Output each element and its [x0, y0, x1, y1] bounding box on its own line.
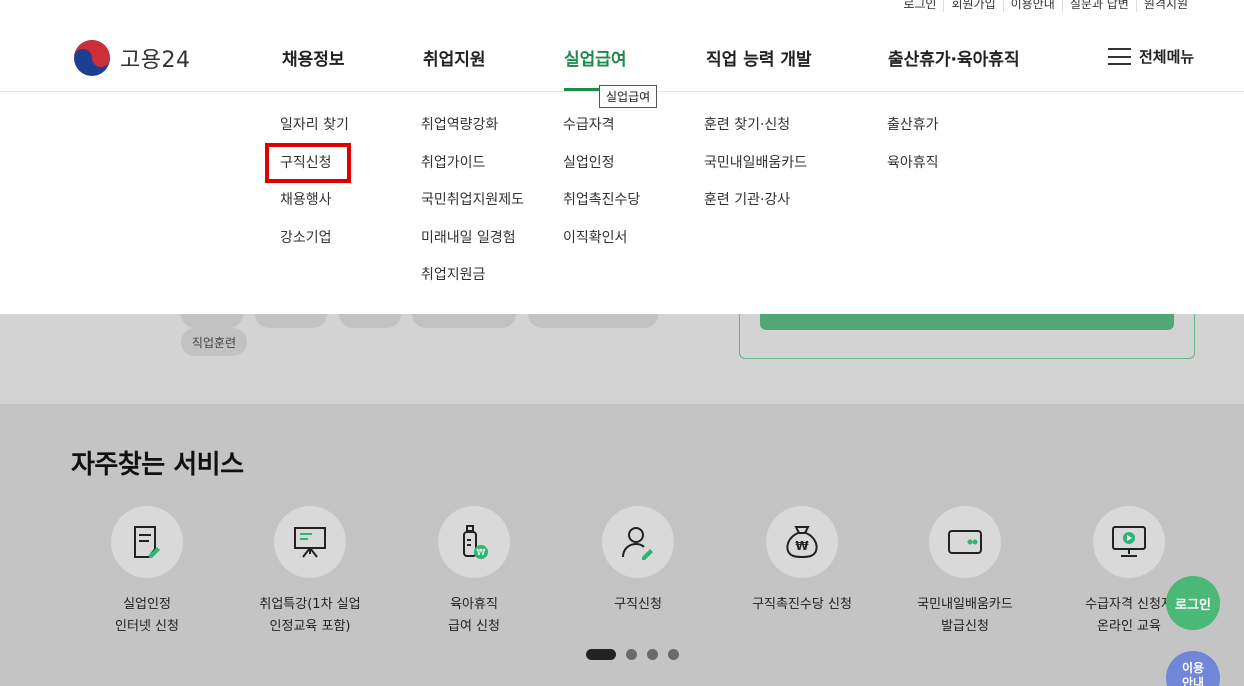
- gnb-tooltip: 실업급여: [599, 85, 658, 108]
- menu-item-parental-leave[interactable]: 육아휴직: [887, 153, 939, 191]
- menu-item-promotion-allowance[interactable]: 취업촉진수당: [563, 190, 640, 228]
- taegeuk-logo-icon: [74, 40, 110, 76]
- menu-item-subsidy[interactable]: 취업지원금: [421, 265, 524, 303]
- carousel-dot-active[interactable]: [586, 649, 616, 660]
- menu-item-recognition[interactable]: 실업인정: [563, 153, 640, 191]
- utility-remote-link[interactable]: 원격지원: [1135, 0, 1195, 12]
- person-edit-icon: [602, 506, 674, 578]
- gnb-job-skills[interactable]: 직업 능력 개발: [706, 45, 812, 70]
- money-bag-won-icon: ₩: [766, 506, 838, 578]
- mega-menu-column-recruit: 일자리 찾기 구직신청 채용행사 강소기업: [280, 115, 349, 265]
- mega-menu-column-leave: 출산휴가 육아휴직: [887, 115, 939, 190]
- service-label: 취업특강(1차 실업 인정교육 포함): [259, 597, 361, 634]
- utility-nav: 로그인 회원가입 이용안내 질문과 답변 원격지원: [896, 0, 1195, 12]
- gnb-employment-support[interactable]: 취업지원: [423, 45, 486, 70]
- hamburger-icon: [1108, 48, 1131, 65]
- document-edit-icon: [111, 506, 183, 578]
- site-header: 로그인 회원가입 이용안내 질문과 답변 원격지원 고용24 채용정보 취업지원…: [0, 0, 1244, 92]
- monitor-play-icon: [1093, 506, 1165, 578]
- mega-menu-column-employment-support: 취업역량강화 취업가이드 국민취업지원제도 미래내일 일경험 취업지원금: [421, 115, 524, 303]
- service-label: 구직촉진수당 신청: [752, 597, 852, 612]
- service-item[interactable]: 실업인정 인터넷 신청: [62, 506, 232, 638]
- keyword-tag-training[interactable]: 직업훈련: [181, 328, 247, 356]
- service-item[interactable]: 국민내일배움카드 발급신청: [880, 506, 1050, 638]
- menu-item-national-program[interactable]: 국민취업지원제도: [421, 190, 524, 228]
- menu-item-work-experience[interactable]: 미래내일 일경험: [421, 228, 524, 266]
- gnb-unemployment-benefit[interactable]: 실업급여: [564, 45, 627, 70]
- utility-login-link[interactable]: 로그인: [896, 0, 943, 12]
- menu-item-separation-certificate[interactable]: 이직확인서: [563, 228, 640, 266]
- card-icon: [929, 506, 1001, 578]
- presentation-board-icon: [274, 506, 346, 578]
- menu-item-maternity-leave[interactable]: 출산휴가: [887, 115, 939, 153]
- menu-item-eligibility[interactable]: 수급자격: [563, 115, 640, 153]
- mega-menu-column-unemployment: 수급자격 실업인정 취업촉진수당 이직확인서: [563, 115, 640, 265]
- svg-text:₩: ₩: [795, 539, 809, 553]
- mega-menu-column-training: 훈련 찾기·신청 국민내일배움카드 훈련 기관·강사: [704, 115, 807, 228]
- menu-item-capability[interactable]: 취업역량강화: [421, 115, 524, 153]
- menu-item-learning-card[interactable]: 국민내일배움카드: [704, 153, 807, 191]
- service-label: 구직신청: [614, 597, 662, 612]
- service-item[interactable]: 구직신청: [553, 506, 723, 616]
- service-label: 실업인정 인터넷 신청: [115, 597, 179, 634]
- all-menu-button[interactable]: 전체메뉴: [1108, 46, 1194, 67]
- svg-text:₩: ₩: [477, 548, 486, 558]
- menu-item-recruit-events[interactable]: 채용행사: [280, 190, 349, 228]
- floating-login-button[interactable]: 로그인: [1166, 576, 1220, 630]
- gnb-maternity-parental-leave[interactable]: 출산휴가·육아휴직: [888, 45, 1020, 70]
- service-item[interactable]: ₩ 육아휴직 급여 신청: [389, 506, 559, 638]
- carousel-dot[interactable]: [626, 649, 637, 660]
- menu-item-strong-companies[interactable]: 강소기업: [280, 228, 349, 266]
- gnb-recruit-info[interactable]: 채용정보: [282, 45, 345, 70]
- carousel-dot[interactable]: [668, 649, 679, 660]
- utility-guide-link[interactable]: 이용안내: [1002, 0, 1062, 12]
- service-label: 육아휴직 급여 신청: [448, 597, 500, 634]
- floating-guide-label: 이용 안내: [1181, 661, 1205, 686]
- logo-text: 고용24: [120, 48, 191, 73]
- service-item[interactable]: 취업특강(1차 실업 인정교육 포함): [225, 506, 395, 638]
- menu-item-training-search[interactable]: 훈련 찾기·신청: [704, 115, 807, 153]
- carousel-dot[interactable]: [647, 649, 658, 660]
- utility-signup-link[interactable]: 회원가입: [943, 0, 1002, 12]
- service-item[interactable]: ₩ 구직촉진수당 신청: [717, 506, 887, 616]
- service-label: 국민내일배움카드 발급신청: [917, 597, 1013, 634]
- menu-item-guide[interactable]: 취업가이드: [421, 153, 524, 191]
- site-logo[interactable]: 고용24: [72, 38, 190, 78]
- services-title: 자주찾는 서비스: [71, 450, 244, 480]
- baby-bottle-won-icon: ₩: [438, 506, 510, 578]
- utility-qna-link[interactable]: 질문과 답변: [1061, 0, 1136, 12]
- highlight-box: [265, 143, 351, 183]
- all-menu-label: 전체메뉴: [1139, 48, 1195, 66]
- carousel-pagination: [586, 649, 679, 660]
- menu-item-training-institutions[interactable]: 훈련 기관·강사: [704, 190, 807, 228]
